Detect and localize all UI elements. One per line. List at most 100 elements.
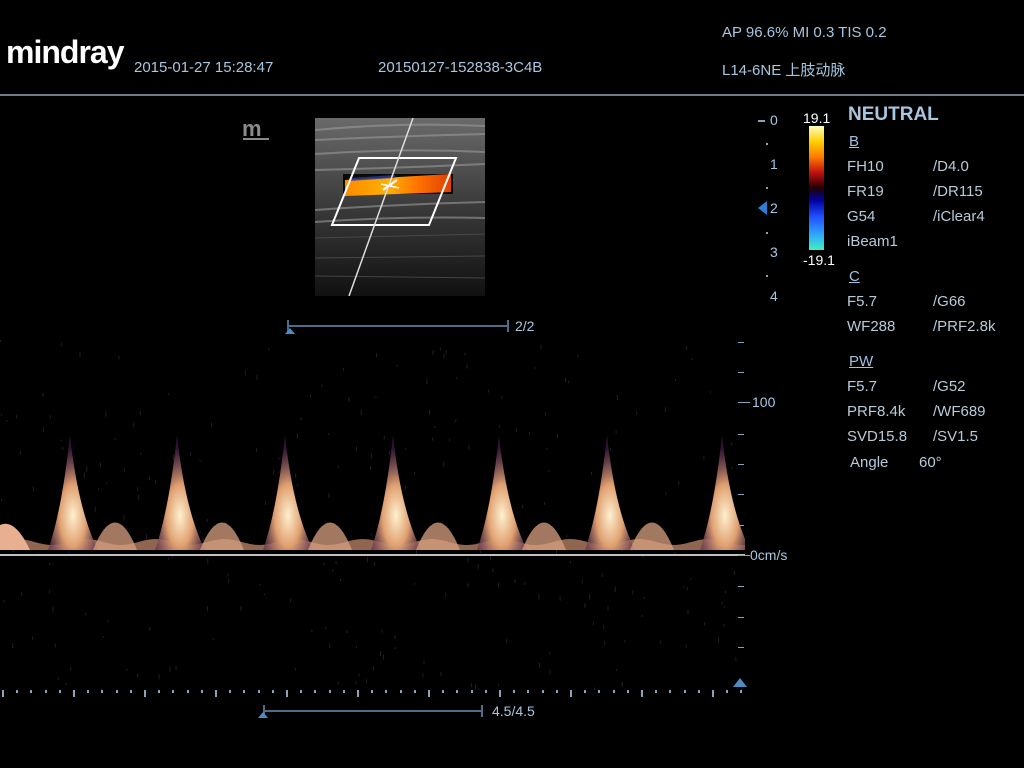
b-param: /iClear4 (933, 208, 985, 225)
section-pw-heading[interactable]: PW (849, 353, 873, 370)
spectral-noise (414, 582, 416, 585)
spectral-noise (123, 468, 125, 473)
spectral-noise (455, 419, 457, 423)
color-bar-min-label: -19.1 (803, 252, 835, 268)
time-axis-tick (385, 690, 388, 693)
spectral-noise (328, 433, 330, 435)
spectral-noise (686, 587, 688, 590)
spectral-noise (455, 377, 457, 380)
spectral-noise (432, 437, 433, 441)
cine-bottom-marker-icon[interactable] (258, 712, 268, 718)
spectral-noise (19, 450, 21, 455)
bmode-image[interactable] (314, 117, 486, 297)
spectral-noise (388, 451, 390, 456)
spectral-noise (445, 350, 447, 355)
spectral-noise (206, 518, 208, 522)
b-param: /D4.0 (933, 158, 969, 175)
spectral-noise (139, 411, 141, 416)
b-param: FH10 (847, 158, 884, 175)
velocity-tick (738, 617, 744, 618)
spectral-noise (244, 370, 246, 376)
spectral-noise (310, 394, 312, 397)
spectral-noise (290, 598, 292, 603)
spectral-noise (294, 667, 296, 671)
spectral-noise (603, 624, 605, 629)
spectral-doppler[interactable] (0, 340, 750, 694)
spectral-noise (439, 347, 441, 351)
spectral-noise (340, 579, 341, 582)
spectral-noise (367, 557, 368, 563)
spectral-noise (332, 569, 334, 572)
time-axis-tick (541, 690, 544, 693)
spectral-noise (146, 533, 148, 539)
spectral-noise (380, 651, 381, 656)
spectral-noise (114, 438, 116, 441)
spectral-noise (337, 681, 339, 685)
spectral-noise (548, 470, 550, 473)
time-axis-tick (513, 690, 516, 693)
spectral-noise (514, 579, 516, 584)
cine-bar-bottom[interactable] (263, 710, 483, 712)
spectral-noise (68, 551, 70, 554)
c-param: /PRF2.8k (933, 318, 996, 335)
diastolic-bump (522, 522, 566, 550)
spectral-noise (57, 676, 59, 680)
spectral-noise (228, 579, 230, 584)
spectral-noise (106, 482, 108, 485)
spectral-noise (123, 515, 125, 521)
spectral-noise (321, 384, 323, 388)
spectral-noise (615, 430, 617, 434)
spectral-noise (686, 345, 688, 350)
time-axis-tick (740, 690, 743, 693)
depth-mark: 1 (770, 156, 778, 172)
spectral-noise (404, 485, 406, 491)
time-axis-tick (73, 690, 75, 697)
spectral-noise (488, 389, 490, 393)
spectral-noise (65, 683, 67, 686)
spectral-noise (584, 603, 586, 609)
cine-bar-top-end (507, 320, 509, 332)
spectral-noise (665, 491, 667, 495)
cine-bar-top[interactable] (287, 325, 509, 327)
baseline-shift-icon[interactable] (733, 678, 747, 687)
spectral-noise (311, 629, 313, 633)
spectral-noise (102, 635, 104, 638)
probe-preset: L14-6NE 上肢动脉 (722, 62, 846, 79)
spectral-noise (207, 606, 209, 612)
spectral-noise (492, 568, 494, 573)
spectral-noise (529, 432, 530, 435)
header-divider (0, 94, 1024, 96)
spectral-noise (0, 340, 1, 342)
spectral-noise (346, 630, 348, 634)
spectral-noise (343, 368, 344, 372)
c-param: F5.7 (847, 293, 878, 310)
cine-marker-icon[interactable] (285, 328, 295, 334)
spectral-noise (375, 396, 377, 399)
spectral-noise (396, 364, 398, 367)
time-axis-tick (257, 690, 260, 693)
spectral-noise (721, 601, 723, 605)
spectral-noise (423, 660, 425, 665)
section-b-heading[interactable]: B (849, 133, 859, 150)
spectral-noise (604, 640, 606, 645)
spectral-noise (501, 395, 503, 399)
spectral-noise (240, 606, 242, 611)
time-axis-tick (186, 690, 189, 693)
spectral-noise (540, 345, 542, 350)
spectral-noise (489, 555, 491, 560)
spectral-noise (175, 665, 177, 670)
time-axis-tick (129, 690, 132, 693)
spectral-noise (211, 422, 212, 427)
spectral-noise (212, 638, 214, 641)
spectral-noise (94, 506, 96, 512)
color-bar-max-label: 19.1 (803, 110, 831, 126)
spectral-noise (557, 434, 559, 438)
time-axis-tick (229, 690, 232, 693)
focus-marker-icon[interactable] (758, 201, 767, 215)
spectral-noise (718, 637, 719, 643)
section-c-heading[interactable]: C (849, 268, 860, 285)
velocity-tick (738, 586, 744, 587)
spectral-noise (0, 413, 2, 416)
depth-tick (766, 187, 768, 189)
spectral-noise (265, 501, 266, 505)
